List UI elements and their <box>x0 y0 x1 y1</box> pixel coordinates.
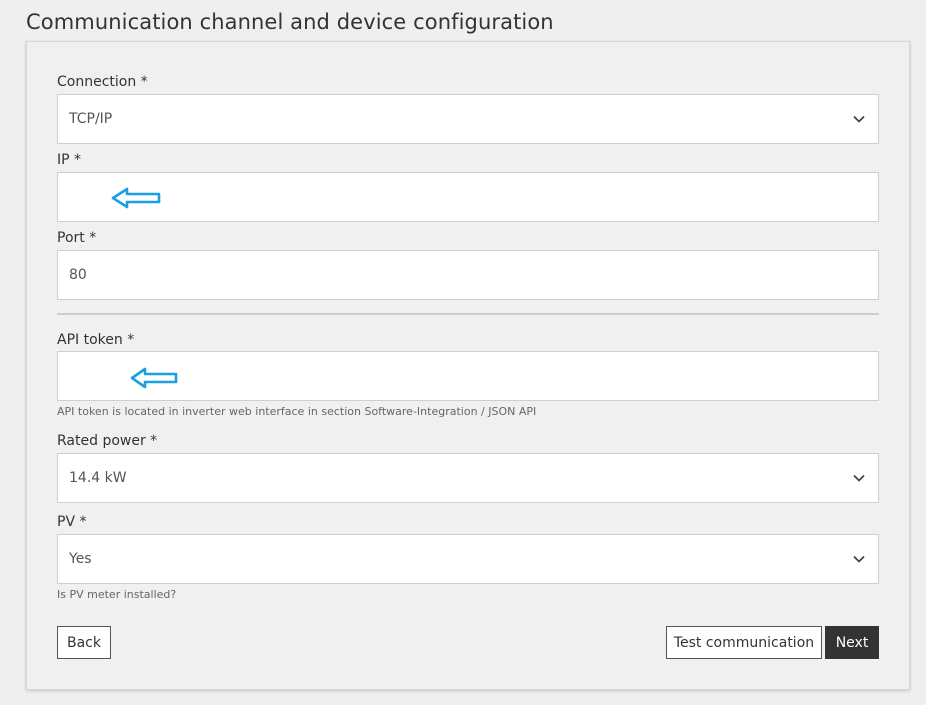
connection-label: Connection * <box>57 74 148 90</box>
arrow-left-icon <box>111 187 161 209</box>
section-divider <box>57 313 879 315</box>
page-title: Communication channel and device configu… <box>26 10 554 34</box>
api-token-label: API token * <box>57 332 135 348</box>
pv-value: Yes <box>69 551 92 567</box>
rated-power-label: Rated power * <box>57 433 158 449</box>
rated-power-select[interactable]: 14.4 kW <box>57 453 879 503</box>
rated-power-value: 14.4 kW <box>69 470 127 486</box>
connection-select[interactable]: TCP/IP <box>57 94 879 144</box>
ip-input[interactable] <box>57 172 879 222</box>
next-button[interactable]: Next <box>825 626 879 659</box>
port-label: Port * <box>57 230 97 246</box>
port-value: 80 <box>69 267 87 283</box>
test-communication-button[interactable]: Test communication <box>666 626 822 659</box>
back-button[interactable]: Back <box>57 626 111 659</box>
api-token-help: API token is located in inverter web int… <box>57 405 537 418</box>
chevron-down-icon <box>853 474 865 482</box>
api-token-input[interactable] <box>57 351 879 401</box>
port-input[interactable]: 80 <box>57 250 879 300</box>
configuration-card: Connection * TCP/IP IP * Port * 80 API t… <box>26 41 910 690</box>
pv-label: PV * <box>57 514 87 530</box>
pv-help: Is PV meter installed? <box>57 588 177 601</box>
chevron-down-icon <box>853 115 865 123</box>
arrow-left-icon <box>130 367 178 389</box>
chevron-down-icon <box>853 555 865 563</box>
pv-select[interactable]: Yes <box>57 534 879 584</box>
ip-label: IP * <box>57 152 82 168</box>
connection-value: TCP/IP <box>69 111 113 127</box>
